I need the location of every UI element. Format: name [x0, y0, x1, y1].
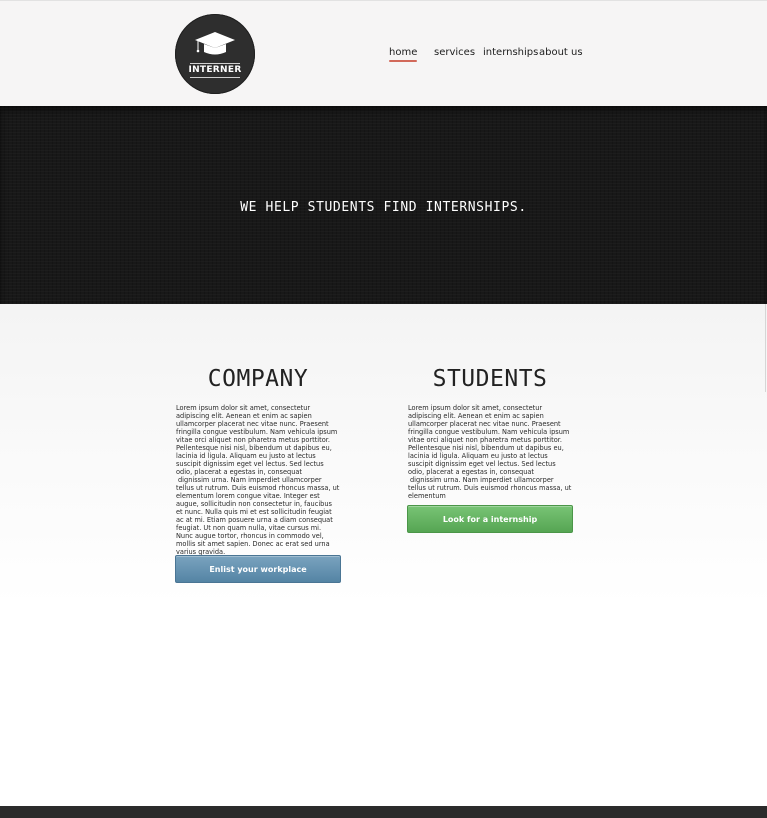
site-header: INTERNER home services internships about… — [0, 0, 767, 106]
nav-services[interactable]: services — [434, 47, 475, 58]
main-content: COMPANY Lorem ipsum dolor sit amet, cons… — [0, 304, 767, 806]
company-paragraph-2: dignissim urna. Nam imperdiet ullamcorpe… — [176, 476, 340, 556]
logo-divider-bottom — [190, 77, 240, 78]
hero-banner: WE HELP STUDENTS FIND INTERNSHIPS. — [0, 106, 767, 304]
nav-home[interactable]: home — [389, 47, 418, 62]
site-footer — [0, 806, 767, 818]
nav-internships[interactable]: internships — [483, 47, 538, 58]
company-title: COMPANY — [207, 366, 309, 392]
scrollbar-edge — [765, 304, 766, 392]
enlist-workplace-button[interactable]: Enlist your workplace — [175, 555, 341, 583]
company-paragraph-1: Lorem ipsum dolor sit amet, consectetur … — [176, 404, 338, 476]
nav-about-us[interactable]: about us — [539, 47, 583, 58]
look-for-internship-button[interactable]: Look for a internship — [407, 505, 573, 533]
students-paragraph-2: dignissim urna. Nam imperdiet ullamcorpe… — [408, 476, 572, 500]
students-title: STUDENTS — [432, 366, 548, 392]
students-paragraph-1: Lorem ipsum dolor sit amet, consectetur … — [408, 404, 570, 476]
main-nav: home services internships about us — [0, 47, 767, 67]
hero-tagline: WE HELP STUDENTS FIND INTERNSHIPS. — [240, 200, 527, 215]
